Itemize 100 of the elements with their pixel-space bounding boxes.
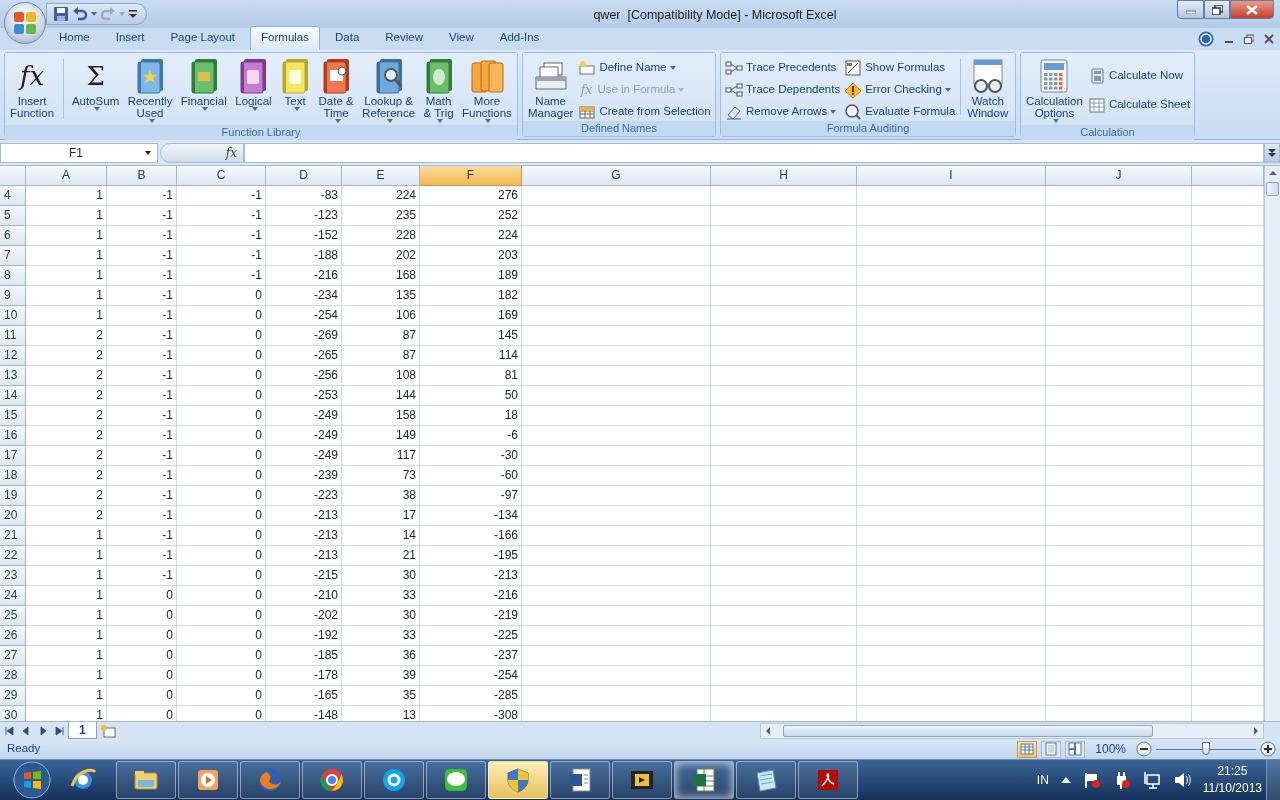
row-header[interactable]: 11 xyxy=(0,326,26,346)
ribbon-button[interactable]: fx Insert Function xyxy=(7,55,58,125)
row-header[interactable]: 25 xyxy=(0,606,26,626)
row-header[interactable]: 4 xyxy=(0,186,26,206)
taskbar-button[interactable] xyxy=(674,761,734,799)
ribbon-button[interactable]: Name Manager xyxy=(525,55,577,121)
scroll-thumb[interactable] xyxy=(783,724,1153,737)
volume-icon[interactable] xyxy=(1172,771,1191,789)
ribbon-button[interactable]: Create from Selection xyxy=(576,103,713,121)
ribbon-button[interactable]: Date & Time xyxy=(315,55,357,125)
ribbon-button[interactable]: Logical xyxy=(232,55,275,125)
ribbon-tab[interactable]: Review xyxy=(374,25,434,50)
restore-button[interactable] xyxy=(1204,0,1230,19)
ribbon-button[interactable]: Show Formulas xyxy=(842,59,958,77)
scroll-thumb[interactable] xyxy=(1266,182,1279,196)
row-header[interactable]: 14 xyxy=(0,386,26,406)
row-header[interactable]: 20 xyxy=(0,506,26,526)
office-button[interactable] xyxy=(4,2,46,44)
row-header[interactable]: 24 xyxy=(0,586,26,606)
ribbon-button[interactable]: Math & Trig xyxy=(420,55,457,125)
slider-thumb[interactable] xyxy=(1202,742,1210,755)
clock[interactable]: 21:25 11/10/2013 xyxy=(1202,763,1262,797)
zoom-out-icon[interactable] xyxy=(1136,741,1152,757)
column-header[interactable]: E xyxy=(342,166,420,186)
customize-icon[interactable] xyxy=(128,9,138,19)
ribbon-button[interactable]: Error Checking xyxy=(842,81,958,99)
save-icon[interactable] xyxy=(53,6,69,22)
row-header[interactable]: 22 xyxy=(0,546,26,566)
ribbon-tab[interactable]: View xyxy=(438,25,485,50)
row-header[interactable]: 23 xyxy=(0,566,26,586)
taskbar-button[interactable] xyxy=(178,761,238,799)
ribbon-tab[interactable]: Data xyxy=(324,25,371,50)
zoom-in-icon[interactable] xyxy=(1260,741,1276,757)
taskbar-button[interactable] xyxy=(736,761,796,799)
row-header[interactable]: 21 xyxy=(0,526,26,546)
restore-icon[interactable] xyxy=(1244,34,1254,44)
taskbar-button[interactable] xyxy=(550,761,610,799)
taskbar-button[interactable] xyxy=(426,761,486,799)
formula-input[interactable] xyxy=(244,142,1264,163)
column-header[interactable]: G xyxy=(522,166,711,186)
row-header[interactable]: 5 xyxy=(0,206,26,226)
ribbon-button[interactable]: More Functions xyxy=(459,55,515,125)
column-header[interactable]: A xyxy=(26,166,107,186)
zoom-level[interactable]: 100% xyxy=(1095,740,1126,758)
row-header[interactable]: 17 xyxy=(0,446,26,466)
insert-function-button[interactable]: fx xyxy=(160,142,244,163)
network-icon[interactable] xyxy=(1142,771,1161,789)
row-header[interactable]: 9 xyxy=(0,286,26,306)
row-header[interactable]: 19 xyxy=(0,486,26,506)
ribbon-tab[interactable]: Formulas xyxy=(250,25,320,50)
taskbar-button[interactable] xyxy=(302,761,362,799)
close-button[interactable] xyxy=(1230,0,1274,19)
view-button[interactable] xyxy=(1065,740,1086,758)
ribbon-button[interactable]: Calculate Sheet xyxy=(1085,96,1193,114)
ribbon-button[interactable]: Trace Precedents xyxy=(723,59,843,77)
vertical-scrollbar[interactable] xyxy=(1264,166,1280,721)
show-hidden-icon[interactable] xyxy=(1060,776,1071,784)
column-header[interactable]: C xyxy=(177,166,266,186)
ribbon-button[interactable]: Text xyxy=(277,55,314,125)
column-header[interactable]: J xyxy=(1046,166,1192,186)
row-header[interactable]: 6 xyxy=(0,226,26,246)
taskbar-button[interactable] xyxy=(116,761,176,799)
row-header[interactable]: 27 xyxy=(0,646,26,666)
column-header[interactable]: H xyxy=(711,166,857,186)
sheet-tab[interactable]: 1 xyxy=(68,722,97,739)
ribbon-button[interactable]: Calculate Now xyxy=(1085,67,1193,85)
row-header[interactable]: 8 xyxy=(0,266,26,286)
language-indicator[interactable]: IN xyxy=(1036,771,1049,789)
ribbon-button[interactable]: Evaluate Formula xyxy=(842,103,958,121)
row-header[interactable]: 10 xyxy=(0,306,26,326)
row-header[interactable]: 12 xyxy=(0,346,26,366)
ribbon-button[interactable]: Define Name xyxy=(576,59,713,77)
taskbar-button[interactable] xyxy=(612,761,672,799)
close-icon[interactable] xyxy=(1264,34,1274,44)
taskbar-button[interactable] xyxy=(364,761,424,799)
ribbon-button[interactable]: Recently Used xyxy=(124,55,176,125)
row-header[interactable]: 29 xyxy=(0,686,26,706)
horizontal-scrollbar[interactable] xyxy=(760,722,1264,739)
column-header[interactable]: I xyxy=(857,166,1046,186)
ribbon-tab[interactable]: Page Layout xyxy=(159,25,247,50)
column-header[interactable]: F xyxy=(420,166,522,186)
row-header[interactable]: 16 xyxy=(0,426,26,446)
view-button[interactable] xyxy=(1017,740,1038,758)
ribbon-button[interactable]: Financial xyxy=(177,55,230,125)
undo-icon[interactable] xyxy=(72,6,88,22)
name-box[interactable]: F1 xyxy=(0,142,158,163)
ribbon-button[interactable]: Trace Dependents xyxy=(723,81,843,99)
help-icon[interactable] xyxy=(1198,31,1214,47)
expand-button[interactable] xyxy=(1264,142,1280,163)
row-header[interactable]: 13 xyxy=(0,366,26,386)
ribbon-button[interactable]: Lookup & Reference xyxy=(359,55,419,125)
ribbon-button[interactable]: Σ AutoSum xyxy=(68,55,123,125)
column-header[interactable]: D xyxy=(266,166,342,186)
row-header[interactable]: 30 xyxy=(0,706,26,721)
row-header[interactable]: 7 xyxy=(0,246,26,266)
row-header[interactable]: 28 xyxy=(0,666,26,686)
ribbon-tab[interactable]: Add-Ins xyxy=(488,25,551,50)
ribbon-tab[interactable]: Home xyxy=(48,25,101,50)
ribbon-button[interactable]: Watch Window xyxy=(964,55,1012,121)
ribbon-tab[interactable]: Insert xyxy=(104,25,156,50)
